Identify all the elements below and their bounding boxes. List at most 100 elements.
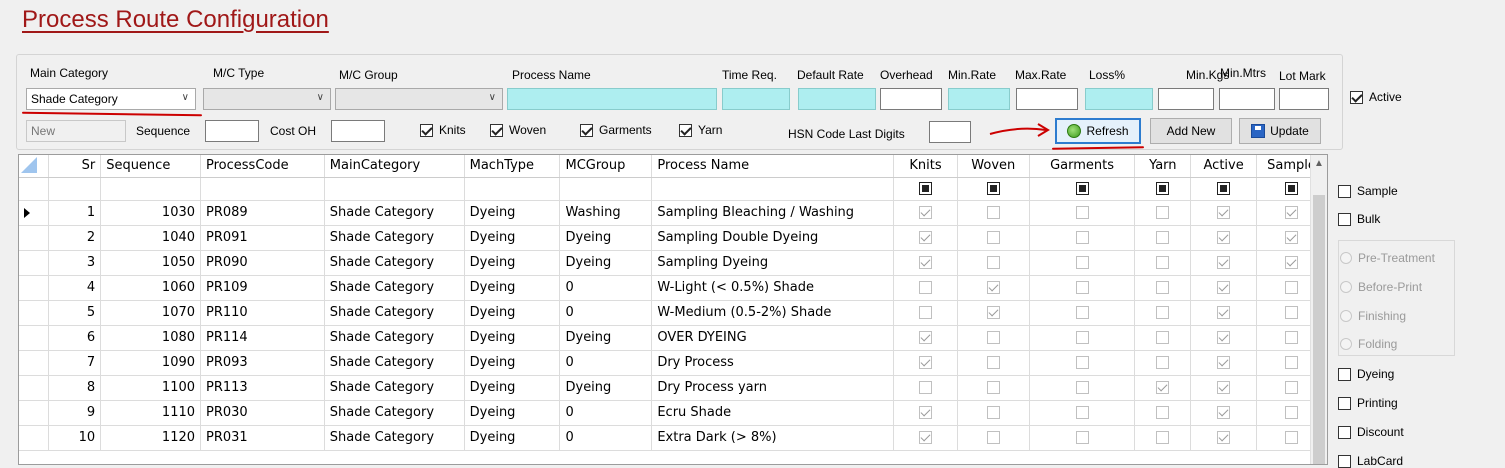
cell-woven[interactable] <box>957 425 1030 451</box>
cell-active[interactable] <box>1190 325 1258 351</box>
default-rate-input[interactable] <box>798 88 876 110</box>
sample-checkbox[interactable]: Sample <box>1338 184 1398 198</box>
cell-sequence[interactable]: 1040 <box>100 225 202 251</box>
filter-cell[interactable] <box>100 177 202 201</box>
cell-processcode[interactable]: PR089 <box>200 200 325 226</box>
cell-sr[interactable]: 8 <box>48 375 102 401</box>
cell-machtype[interactable]: Dyeing <box>464 325 561 351</box>
refresh-button[interactable]: Refresh <box>1055 118 1141 144</box>
cell-maincategory[interactable]: Shade Category <box>324 275 465 301</box>
cell-active[interactable] <box>1190 250 1258 276</box>
cell-process-name[interactable]: W-Light (< 0.5%) Shade <box>651 275 895 301</box>
cell-garments[interactable] <box>1029 300 1136 326</box>
cell-sequence[interactable]: 1090 <box>100 350 202 376</box>
col-header-process-name[interactable]: Process Name <box>651 155 895 178</box>
cell-maincategory[interactable]: Shade Category <box>324 250 465 276</box>
row-header[interactable] <box>19 400 50 426</box>
cell-process-name[interactable]: Sampling Bleaching / Washing <box>651 200 895 226</box>
process-name-input[interactable] <box>507 88 717 110</box>
cell-active[interactable] <box>1190 425 1258 451</box>
min-mtrs-input[interactable] <box>1219 88 1275 110</box>
filter-cell[interactable] <box>651 177 895 201</box>
cell-sr[interactable]: 10 <box>48 425 102 451</box>
col-header-processcode[interactable]: ProcessCode <box>200 155 325 178</box>
knits-checkbox[interactable]: Knits <box>420 123 466 137</box>
cell-processcode[interactable]: PR090 <box>200 250 325 276</box>
cell-mcgroup[interactable]: Dyeing <box>559 250 653 276</box>
cell-active[interactable] <box>1190 300 1258 326</box>
cell-sequence[interactable]: 1100 <box>100 375 202 401</box>
cell-mcgroup[interactable]: 0 <box>559 275 653 301</box>
cell-process-name[interactable]: OVER DYEING <box>651 325 895 351</box>
add-new-button[interactable]: Add New <box>1150 118 1232 144</box>
cell-garments[interactable] <box>1029 275 1136 301</box>
cell-active[interactable] <box>1190 350 1258 376</box>
table-row[interactable]: 5 1070 PR110 Shade Category Dyeing 0 W-Medium … <box>19 300 1327 326</box>
col-header-yarn[interactable]: Yarn <box>1134 155 1192 178</box>
cell-garments[interactable] <box>1029 350 1136 376</box>
cell-knits[interactable] <box>893 300 958 326</box>
col-header-maincategory[interactable]: MainCategory <box>324 155 465 178</box>
update-button[interactable]: Update <box>1239 118 1321 144</box>
filter-knits[interactable] <box>893 177 958 201</box>
cell-sr[interactable]: 7 <box>48 350 102 376</box>
row-header[interactable] <box>19 300 50 326</box>
cell-yarn[interactable] <box>1134 375 1192 401</box>
table-row[interactable]: 9 1110 PR030 Shade Category Dyeing 0 Ecru Shad… <box>19 400 1327 426</box>
cell-processcode[interactable]: PR110 <box>200 300 325 326</box>
before-print-radio[interactable]: Before-Print <box>1340 280 1422 294</box>
cell-sequence[interactable]: 1110 <box>100 400 202 426</box>
table-row[interactable]: 1 1030 PR089 Shade Category Dyeing Washing Sam… <box>19 200 1327 226</box>
col-header-active[interactable]: Active <box>1190 155 1258 178</box>
cell-machtype[interactable]: Dyeing <box>464 200 561 226</box>
cell-processcode[interactable]: PR109 <box>200 275 325 301</box>
cell-machtype[interactable]: Dyeing <box>464 275 561 301</box>
cell-knits[interactable] <box>893 375 958 401</box>
sequence-input[interactable] <box>205 120 259 142</box>
cell-sequence[interactable]: 1120 <box>100 425 202 451</box>
col-header-sequence[interactable]: Sequence <box>100 155 202 178</box>
cell-mcgroup[interactable]: 0 <box>559 350 653 376</box>
cell-process-name[interactable]: Dry Process yarn <box>651 375 895 401</box>
col-header-garments[interactable]: Garments <box>1029 155 1136 178</box>
cell-active[interactable] <box>1190 375 1258 401</box>
filter-yarn[interactable] <box>1134 177 1192 201</box>
folding-radio[interactable]: Folding <box>1340 337 1397 351</box>
cell-machtype[interactable]: Dyeing <box>464 250 561 276</box>
col-header-machtype[interactable]: MachType <box>464 155 561 178</box>
table-row[interactable]: 7 1090 PR093 Shade Category Dyeing 0 Dry Proce… <box>19 350 1327 376</box>
cell-maincategory[interactable]: Shade Category <box>324 400 465 426</box>
cell-knits[interactable] <box>893 325 958 351</box>
cell-active[interactable] <box>1190 400 1258 426</box>
cell-active[interactable] <box>1190 225 1258 251</box>
row-header[interactable] <box>19 225 50 251</box>
cell-yarn[interactable] <box>1134 325 1192 351</box>
bulk-checkbox[interactable]: Bulk <box>1338 212 1380 226</box>
time-req-input[interactable] <box>722 88 790 110</box>
cell-garments[interactable] <box>1029 400 1136 426</box>
cell-machtype[interactable]: Dyeing <box>464 300 561 326</box>
cell-woven[interactable] <box>957 400 1030 426</box>
col-header-woven[interactable]: Woven <box>957 155 1030 178</box>
cell-mcgroup[interactable]: Dyeing <box>559 325 653 351</box>
filter-garments[interactable] <box>1029 177 1136 201</box>
printing-checkbox[interactable]: Printing <box>1338 396 1398 410</box>
col-header-sr[interactable]: Sr <box>48 155 102 178</box>
cell-garments[interactable] <box>1029 425 1136 451</box>
cell-knits[interactable] <box>893 350 958 376</box>
table-row[interactable]: 6 1080 PR114 Shade Category Dyeing Dyeing OVER… <box>19 325 1327 351</box>
cell-yarn[interactable] <box>1134 350 1192 376</box>
cell-knits[interactable] <box>893 200 958 226</box>
row-header[interactable] <box>19 250 50 276</box>
filter-cell[interactable] <box>200 177 325 201</box>
cell-yarn[interactable] <box>1134 300 1192 326</box>
loss-input[interactable] <box>1085 88 1153 110</box>
cell-yarn[interactable] <box>1134 225 1192 251</box>
process-grid[interactable]: Sr Sequence ProcessCode MainCategory Mac… <box>18 154 1328 465</box>
cell-maincategory[interactable]: Shade Category <box>324 325 465 351</box>
cell-machtype[interactable]: Dyeing <box>464 400 561 426</box>
min-kgs-input[interactable] <box>1158 88 1214 110</box>
cell-process-name[interactable]: Sampling Double Dyeing <box>651 225 895 251</box>
table-row[interactable]: 4 1060 PR109 Shade Category Dyeing 0 W-Light (… <box>19 275 1327 301</box>
cell-garments[interactable] <box>1029 225 1136 251</box>
